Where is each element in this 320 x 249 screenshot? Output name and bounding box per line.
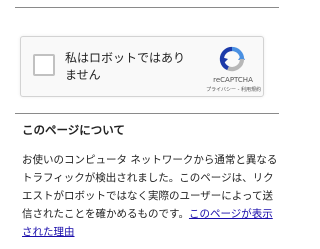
top-divider	[15, 7, 279, 8]
section-divider	[15, 113, 279, 114]
recaptcha-widget: 私はロボットではありません reCAPTCHA プライバシー - 利用規約	[20, 36, 264, 97]
recaptcha-links: プライバシー - 利用規約	[181, 87, 261, 94]
about-body: お使いのコンピュータ ネットワークから通常と異なるトラフィックが検出されました。…	[22, 151, 280, 241]
robot-checkbox[interactable]	[33, 54, 55, 76]
privacy-link[interactable]: プライバシー	[206, 87, 236, 93]
terms-link[interactable]: 利用規約	[241, 87, 261, 93]
recaptcha-logo-icon	[219, 46, 245, 72]
recaptcha-brand: reCAPTCHA	[213, 76, 253, 84]
robot-checkbox-label: 私はロボットではありません	[65, 51, 186, 82]
about-heading: このページについて	[22, 123, 125, 137]
